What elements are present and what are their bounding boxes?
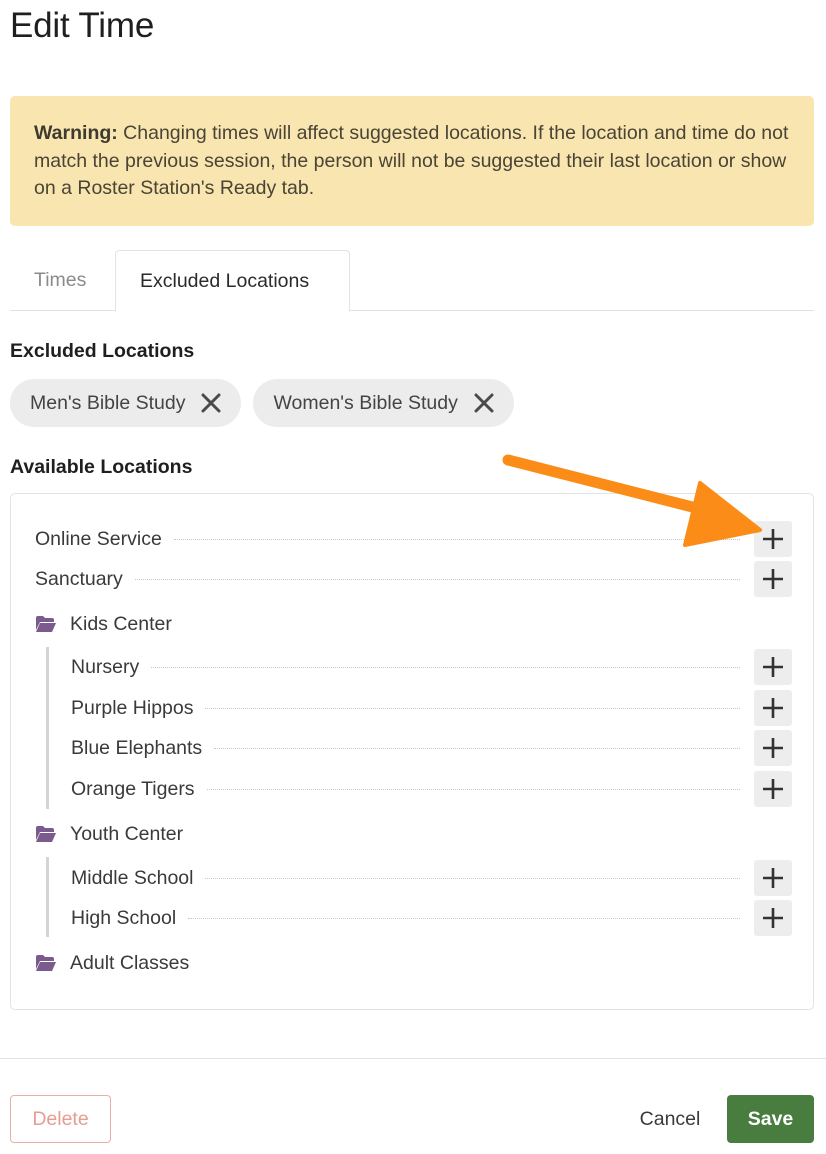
tab-bar: Times Excluded Locations: [10, 250, 814, 312]
available-locations-heading: Available Locations: [10, 456, 193, 478]
folder-open-icon: [36, 826, 56, 842]
plus-icon: [763, 738, 783, 758]
warning-label: Warning:: [34, 122, 118, 144]
add-location-button[interactable]: [754, 771, 792, 807]
add-location-button[interactable]: [754, 649, 792, 685]
excluded-chip-mens-bible-study: Men's Bible Study: [10, 379, 242, 427]
folder-open-icon: [36, 616, 56, 632]
plus-icon: [763, 779, 783, 799]
tree-guide-line: [46, 857, 49, 937]
tab-times[interactable]: Times: [10, 250, 110, 311]
warning-banner: Warning: Changing times will affect sugg…: [10, 96, 814, 226]
folder-youth-center[interactable]: Youth Center: [35, 819, 183, 849]
excluded-chip-womens-bible-study: Women's Bible Study: [253, 379, 514, 427]
dotted-leader: [188, 917, 740, 919]
dotted-leader: [151, 666, 740, 668]
plus-icon: [763, 657, 783, 677]
location-row-nursery: Nursery: [71, 649, 792, 685]
tab-excluded-locations[interactable]: Excluded Locations: [115, 250, 350, 312]
location-label: Online Service: [35, 527, 162, 550]
add-location-button[interactable]: [754, 521, 792, 557]
dotted-leader: [206, 788, 740, 790]
folder-open-icon: [36, 955, 56, 971]
location-row-middle-school: Middle School: [71, 860, 792, 896]
dotted-leader: [173, 538, 740, 540]
chip-label: Men's Bible Study: [30, 391, 186, 414]
footer-divider: [0, 1058, 826, 1059]
plus-icon: [763, 698, 783, 718]
location-label: Orange Tigers: [71, 777, 195, 800]
location-label: High School: [71, 906, 177, 929]
add-location-button[interactable]: [754, 860, 792, 896]
add-location-button[interactable]: [754, 730, 792, 766]
tree-guide-line: [46, 647, 49, 809]
location-row-high-school: High School: [71, 900, 792, 936]
folder-kids-center[interactable]: Kids Center: [35, 609, 172, 639]
cancel-button[interactable]: Cancel: [622, 1095, 718, 1143]
warning-text: Changing times will affect suggested loc…: [34, 122, 789, 199]
add-location-button[interactable]: [754, 900, 792, 936]
plus-icon: [763, 868, 783, 888]
excluded-chips: Men's Bible Study Women's Bible Study: [10, 379, 514, 427]
location-row-blue-elephants: Blue Elephants: [71, 730, 792, 766]
location-label: Nursery: [71, 655, 140, 678]
close-icon[interactable]: [201, 393, 221, 413]
chip-label: Women's Bible Study: [273, 391, 458, 414]
excluded-locations-heading: Excluded Locations: [10, 340, 195, 362]
plus-icon: [763, 529, 783, 549]
location-row-purple-hippos: Purple Hippos: [71, 690, 792, 726]
available-locations-panel: Online Service Sanctuary Kids Center Nur…: [10, 493, 814, 1010]
close-icon[interactable]: [474, 393, 494, 413]
folder-label: Adult Classes: [70, 951, 190, 974]
location-label: Purple Hippos: [71, 696, 194, 719]
page-title: Edit Time: [10, 6, 155, 45]
folder-label: Kids Center: [70, 612, 172, 635]
dotted-leader: [134, 578, 740, 580]
location-label: Blue Elephants: [71, 736, 203, 759]
folder-adult-classes[interactable]: Adult Classes: [35, 948, 189, 978]
folder-label: Youth Center: [70, 822, 184, 845]
location-row-orange-tigers: Orange Tigers: [71, 771, 792, 807]
location-row-online-service: Online Service: [35, 521, 792, 557]
dotted-leader: [214, 747, 740, 749]
location-label: Sanctuary: [35, 567, 123, 590]
add-location-button[interactable]: [754, 561, 792, 597]
location-row-sanctuary: Sanctuary: [35, 561, 792, 597]
dotted-leader: [205, 707, 740, 709]
location-label: Middle School: [71, 866, 194, 889]
dotted-leader: [205, 877, 740, 879]
plus-icon: [763, 908, 783, 928]
delete-button[interactable]: Delete: [10, 1095, 111, 1143]
add-location-button[interactable]: [754, 690, 792, 726]
plus-icon: [763, 569, 783, 589]
save-button[interactable]: Save: [727, 1095, 814, 1143]
